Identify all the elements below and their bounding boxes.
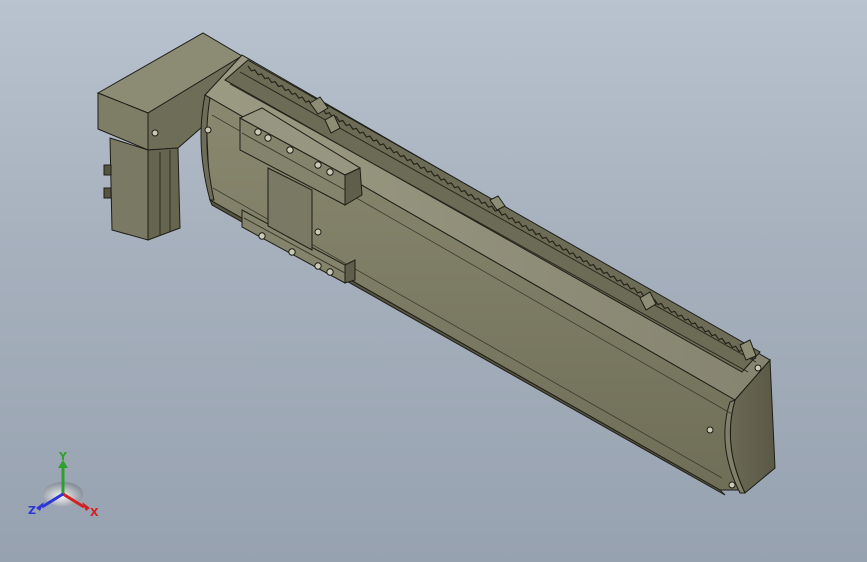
x-axis-label: X bbox=[90, 506, 99, 519]
motor-body-side bbox=[147, 147, 181, 241]
motor-body-front bbox=[109, 137, 149, 241]
3d-viewport[interactable]: Y X Z bbox=[0, 0, 867, 562]
actuator-body[interactable] bbox=[200, 54, 776, 496]
cad-model[interactable]: Y X Z bbox=[0, 0, 867, 562]
axis-triad: Y X Z bbox=[28, 450, 99, 519]
y-axis-label: Y bbox=[58, 450, 68, 463]
z-axis-label: Z bbox=[28, 504, 36, 517]
